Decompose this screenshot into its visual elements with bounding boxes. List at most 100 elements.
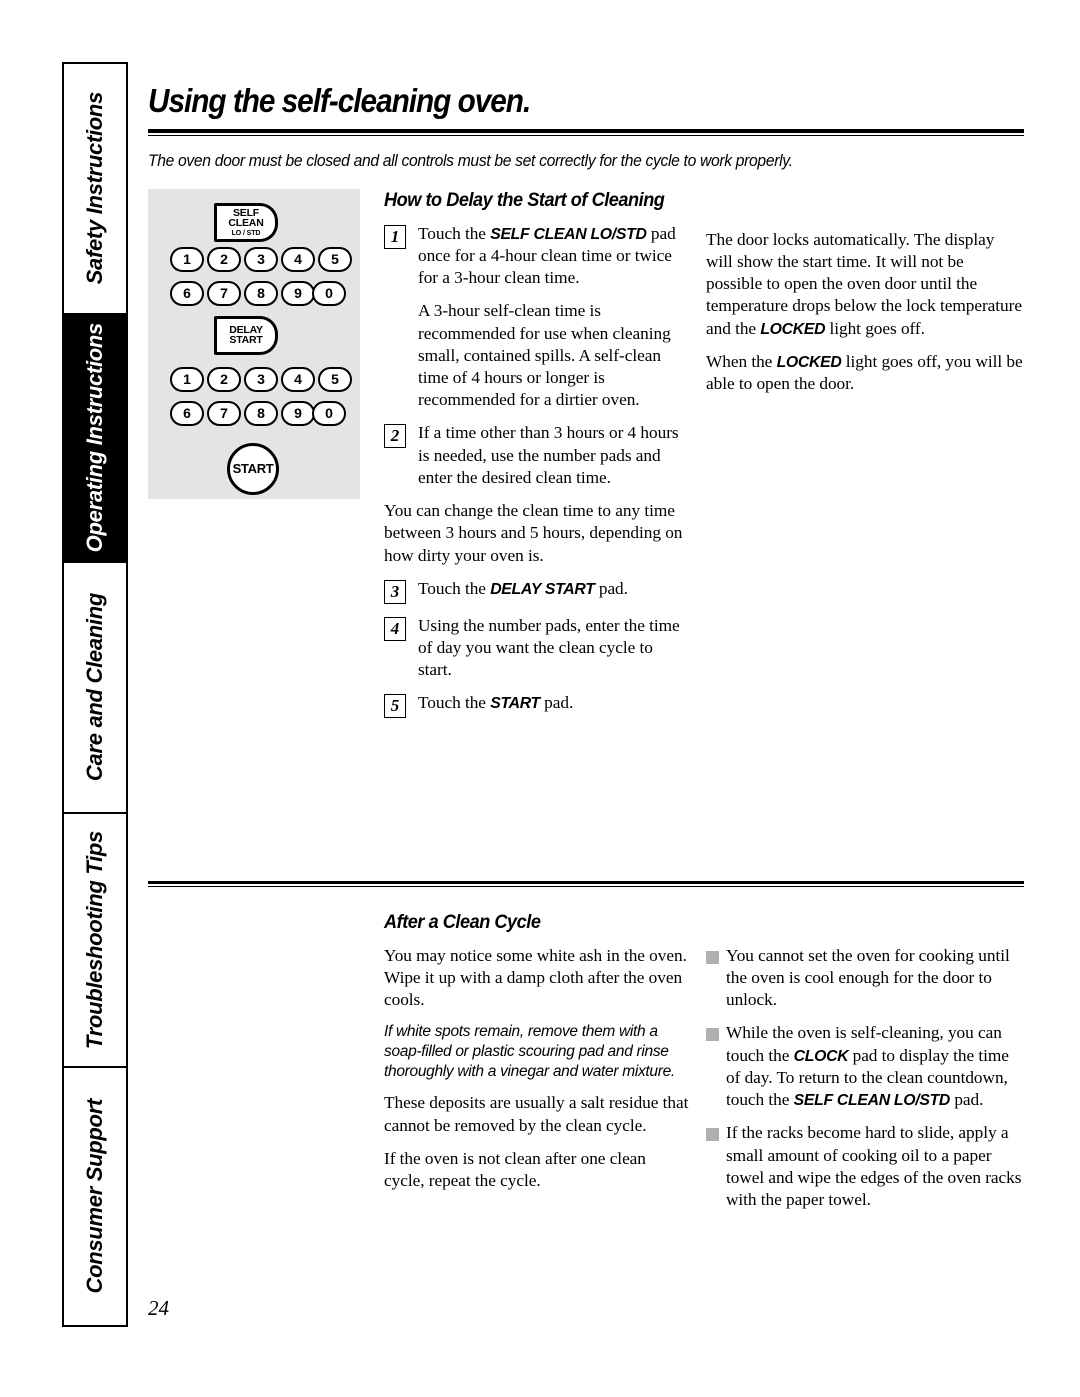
control-panel-column: SELF CLEAN LO / STD 12345 67890 DELAY ST… <box>148 188 360 499</box>
step-2-note: You can change the clean time to any tim… <box>384 501 683 565</box>
number-pad-key-6[interactable]: 6 <box>170 400 204 426</box>
door-lock-text-b: light goes off. <box>825 318 925 338</box>
step-number-badge: 4 <box>384 616 406 641</box>
number-pad-key-0[interactable]: 0 <box>312 280 346 306</box>
number-pad-key-5[interactable]: 5 <box>318 246 352 272</box>
sidebar-tab-care-and-cleaning[interactable]: Care and Cleaning <box>62 561 128 814</box>
sidebar-tab-label: Troubleshooting Tips <box>82 830 107 1050</box>
step-number-badge: 5 <box>384 694 406 719</box>
number-pad-key-7[interactable]: 7 <box>207 400 241 426</box>
title-divider <box>148 128 1024 136</box>
white-spots-paragraph: If white spots remain, remove them with … <box>384 1023 675 1080</box>
step-number-badge: 2 <box>384 424 406 449</box>
section-divider <box>148 880 1024 887</box>
sidebar-tab-consumer-support[interactable]: Consumer Support <box>62 1066 128 1327</box>
step-5-text-a: Touch the <box>418 693 491 713</box>
sidebar-tab-rail: Safety Instructions Operating Instruction… <box>62 62 128 1335</box>
step-2-text: If a time other than 3 hours or 4 hours … <box>418 423 679 487</box>
number-pad-row-bottom-1[interactable]: 67890 <box>170 280 346 306</box>
delay-notes-column: The door locks automatically. The displa… <box>706 189 1024 407</box>
sidebar-tab-label: Safety Instructions <box>82 92 107 285</box>
self-clean-pad-line2: CLEAN <box>228 217 264 230</box>
number-pad-key-9[interactable]: 9 <box>281 280 315 306</box>
number-pad-key-3[interactable]: 3 <box>244 246 278 272</box>
salt-residue-paragraph: These deposits are usually a salt residu… <box>384 1093 689 1135</box>
square-bullet-icon <box>706 950 719 964</box>
step-5-keyword: START <box>490 695 540 713</box>
bullet-rack-oil: If the racks become hard to slide, apply… <box>706 1122 1024 1211</box>
step-5-text: Touch the START pad. <box>418 692 690 714</box>
number-pad-key-1[interactable]: 1 <box>170 366 204 392</box>
number-pad-key-6[interactable]: 6 <box>170 280 204 306</box>
sidebar-tab-label: Operating Instructions <box>82 323 107 553</box>
after-clean-left-column: After a Clean Cycle You may notice some … <box>384 911 690 1204</box>
locked-keyword-1: LOCKED <box>760 320 826 338</box>
sidebar-tab-safety-instructions[interactable]: Safety Instructions <box>62 62 128 315</box>
white-ash-paragraph: You may notice some white ash in the ove… <box>384 945 687 1010</box>
square-bullet-icon <box>706 1028 719 1042</box>
number-pad-key-7[interactable]: 7 <box>207 280 241 306</box>
bullet-2-text: While the oven is self-cleaning, you can… <box>726 1022 1024 1111</box>
start-pad[interactable]: START <box>227 442 279 495</box>
step-3-text-b: pad. <box>594 578 628 598</box>
step-1: 1 Touch the SELF CLEAN LO/STD pad once f… <box>384 223 690 290</box>
step-3-keyword: DELAY START <box>490 580 595 598</box>
intro-text: The oven door must be closed and all con… <box>148 151 793 170</box>
number-pad-key-8[interactable]: 8 <box>244 400 278 426</box>
step-2: 2 If a time other than 3 hours or 4 hour… <box>384 422 690 489</box>
repeat-cycle-paragraph: If the oven is not clean after one clean… <box>384 1148 646 1190</box>
bullet-2-text-c: pad. <box>950 1090 984 1110</box>
bullet-1-text: You cannot set the oven for cooking unti… <box>726 945 1010 1010</box>
number-pad-row-top-2[interactable]: 12345 <box>170 366 355 392</box>
step-3-text: Touch the DELAY START pad. <box>418 578 690 600</box>
step-1-note: A 3-hour self-clean time is recommended … <box>418 301 671 410</box>
number-pad-key-8[interactable]: 8 <box>244 280 278 306</box>
number-pad-key-0[interactable]: 0 <box>312 400 346 426</box>
number-pad-key-3[interactable]: 3 <box>244 366 278 392</box>
delay-steps-column: How to Delay the Start of Cleaning 1 Tou… <box>384 189 690 730</box>
number-pad-key-1[interactable]: 1 <box>170 246 204 272</box>
number-pad-row-top-1[interactable]: 12345 <box>170 246 355 272</box>
locked-keyword-2: LOCKED <box>776 353 842 371</box>
bullet-3-text: If the racks become hard to slide, apply… <box>726 1123 1022 1209</box>
self-clean-pad-line3: LO / STD <box>231 229 261 237</box>
number-pad-row-bottom-2[interactable]: 67890 <box>170 400 346 426</box>
after-clean-bullets-column: You cannot set the oven for cooking unti… <box>706 911 1024 1223</box>
door-lock-paragraph: The door locks automatically. The displa… <box>706 229 1024 340</box>
step-4-text: Using the number pads, enter the time of… <box>418 615 680 680</box>
delay-section-heading: How to Delay the Start of Cleaning <box>384 188 665 211</box>
step-1-text-a: Touch the <box>418 223 491 243</box>
after-clean-cycle-section: After a Clean Cycle You may notice some … <box>148 911 1024 1241</box>
number-pad-key-4[interactable]: 4 <box>281 246 315 272</box>
page-number: 24 <box>148 1296 169 1320</box>
number-pad-key-4[interactable]: 4 <box>281 366 315 392</box>
delay-start-section: SELF CLEAN LO / STD 12345 67890 DELAY ST… <box>148 188 1024 719</box>
clock-keyword: CLOCK <box>793 1047 849 1065</box>
step-5: 5 Touch the START pad. <box>384 692 690 719</box>
start-pad-label: START <box>232 461 274 477</box>
sidebar-tab-label: Care and Cleaning <box>82 593 107 782</box>
page-title: Using the self-cleaning oven. <box>148 82 531 119</box>
bullet-clock-pad: While the oven is self-cleaning, you can… <box>706 1022 1024 1111</box>
step-number-badge: 1 <box>384 224 406 249</box>
sidebar-tab-operating-instructions[interactable]: Operating Instructions <box>62 313 128 563</box>
number-pad-key-2[interactable]: 2 <box>207 246 241 272</box>
oven-control-panel-diagram: SELF CLEAN LO / STD 12345 67890 DELAY ST… <box>148 188 360 499</box>
number-pad-key-9[interactable]: 9 <box>281 400 315 426</box>
step-1-text: Touch the SELF CLEAN LO/STD pad once for… <box>418 223 690 290</box>
page-content: Using the self-cleaning oven. The oven d… <box>148 62 1024 1241</box>
delay-start-pad[interactable]: DELAY START <box>214 315 278 355</box>
self-clean-keyword: SELF CLEAN LO/STD <box>793 1092 951 1110</box>
number-pad-key-2[interactable]: 2 <box>207 366 241 392</box>
square-bullet-icon <box>706 1128 719 1142</box>
step-4: 4 Using the number pads, enter the time … <box>384 615 690 682</box>
sidebar-tab-troubleshooting-tips[interactable]: Troubleshooting Tips <box>62 812 128 1068</box>
bullet-cooking-lockout: You cannot set the oven for cooking unti… <box>706 945 1024 1012</box>
step-5-text-b: pad. <box>539 693 574 713</box>
number-pad-key-5[interactable]: 5 <box>318 366 352 392</box>
self-clean-lo-std-pad[interactable]: SELF CLEAN LO / STD <box>214 202 278 242</box>
after-clean-heading: After a Clean Cycle <box>384 910 541 933</box>
step-3-text-a: Touch the <box>418 578 491 598</box>
locked-light-text-a: When the <box>706 351 777 371</box>
sidebar-tab-label: Consumer Support <box>82 1099 107 1294</box>
